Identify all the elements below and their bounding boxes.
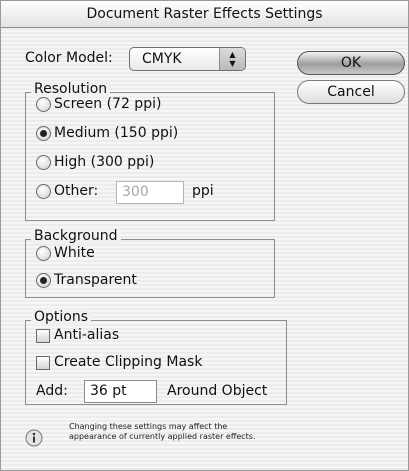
clipping-mask-label: Create Clipping Mask [54, 354, 203, 370]
radio-white-button[interactable] [36, 246, 51, 261]
chevron-up-down-icon: ▲ ▼ [219, 48, 245, 70]
radio-white-label: White [54, 245, 95, 261]
cancel-button[interactable]: Cancel [297, 80, 405, 104]
other-ppi-input[interactable]: 300 [116, 181, 184, 204]
add-suffix-label: Around Object [167, 383, 268, 399]
radio-other-label: Other: [54, 183, 99, 199]
other-ppi-unit: ppi [192, 183, 214, 199]
color-model-value: CMYK [142, 51, 182, 67]
radio-screen-button[interactable] [36, 97, 51, 112]
anti-alias-label: Anti-alias [54, 327, 120, 343]
add-amount-input[interactable]: 36 pt [84, 380, 157, 403]
radio-transparent-label: Transparent [54, 272, 137, 288]
radio-medium-button[interactable] [36, 126, 51, 141]
color-model-label: Color Model: [25, 50, 113, 66]
radio-transparent-button[interactable] [36, 273, 51, 288]
color-model-select[interactable]: CMYK ▲ ▼ [129, 47, 246, 71]
radio-high-label: High (300 ppi) [54, 154, 155, 170]
radio-screen-label: Screen (72 ppi) [54, 96, 162, 112]
raster-effects-dialog: Document Raster Effects Settings Color M… [0, 0, 409, 471]
anti-alias-checkbox[interactable] [36, 329, 50, 343]
add-label: Add: [36, 383, 68, 399]
background-title: Background [31, 228, 121, 244]
info-icon [25, 429, 43, 447]
options-title: Options [31, 309, 92, 325]
radio-other-button[interactable] [36, 184, 51, 199]
resolution-title: Resolution [31, 81, 111, 97]
radio-medium-label: Medium (150 ppi) [54, 125, 179, 141]
ok-button[interactable]: OK [297, 51, 405, 75]
info-message: Changing these settings may affect the a… [69, 422, 256, 441]
dialog-title: Document Raster Effects Settings [1, 1, 408, 28]
clipping-mask-checkbox[interactable] [36, 356, 50, 370]
radio-high-button[interactable] [36, 155, 51, 170]
